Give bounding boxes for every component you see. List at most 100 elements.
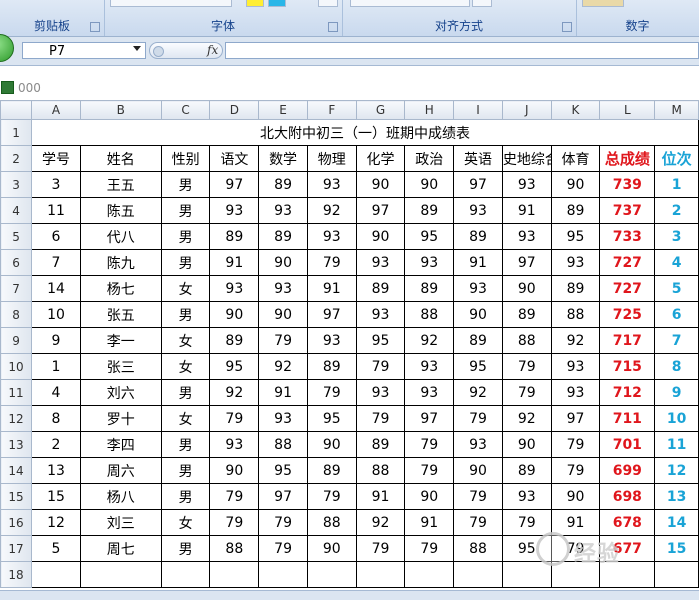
data-cell[interactable]: 79 (209, 405, 260, 432)
data-cell[interactable]: 90 (209, 457, 260, 484)
data-cell[interactable]: 刘三 (79, 509, 162, 536)
header-cell[interactable]: 史地综合 (501, 145, 552, 172)
column-header[interactable]: K (550, 100, 601, 120)
data-cell[interactable]: 712 (599, 379, 656, 406)
row-header[interactable]: 9 (0, 327, 33, 354)
data-cell[interactable]: 79 (306, 483, 357, 510)
row-header[interactable]: 8 (0, 301, 33, 328)
data-cell[interactable]: 79 (355, 353, 406, 380)
row-header[interactable]: 7 (0, 275, 33, 302)
align-buttons[interactable] (350, 0, 470, 7)
data-cell[interactable]: 79 (404, 457, 455, 484)
row-header[interactable]: 15 (0, 483, 33, 510)
data-cell[interactable]: 711 (599, 405, 656, 432)
data-cell[interactable]: 4 (31, 379, 81, 406)
header-cell[interactable]: 化学 (355, 145, 406, 172)
data-cell[interactable]: 79 (355, 535, 406, 562)
data-cell[interactable]: 15 (31, 483, 81, 510)
empty-cell[interactable] (355, 561, 406, 588)
data-cell[interactable]: 男 (160, 379, 211, 406)
row-header[interactable]: 1 (0, 119, 33, 146)
data-cell[interactable]: 89 (209, 223, 260, 250)
header-cell[interactable]: 政治 (404, 145, 455, 172)
data-cell[interactable]: 89 (453, 223, 503, 250)
data-cell[interactable]: 725 (599, 301, 656, 328)
header-cell[interactable]: 姓名 (79, 145, 162, 172)
column-header[interactable]: C (160, 100, 211, 120)
data-cell[interactable]: 97 (209, 171, 260, 198)
column-header[interactable]: G (355, 100, 406, 120)
data-cell[interactable]: 10 (654, 405, 699, 432)
data-cell[interactable]: 95 (453, 353, 503, 380)
data-cell[interactable]: 11 (31, 197, 81, 224)
data-cell[interactable]: 93 (209, 275, 260, 302)
data-cell[interactable]: 79 (355, 405, 406, 432)
data-cell[interactable]: 95 (355, 327, 406, 354)
data-cell[interactable]: 97 (550, 405, 601, 432)
data-cell[interactable]: 89 (306, 353, 357, 380)
data-cell[interactable]: 89 (258, 223, 308, 250)
empty-cell[interactable] (209, 561, 260, 588)
data-cell[interactable]: 13 (31, 457, 81, 484)
data-cell[interactable]: 715 (599, 353, 656, 380)
data-cell[interactable]: 男 (160, 535, 211, 562)
row-header[interactable]: 3 (0, 171, 33, 198)
data-cell[interactable]: 79 (404, 535, 455, 562)
data-cell[interactable]: 7 (654, 327, 699, 354)
dialog-launcher-icon[interactable] (328, 22, 338, 32)
data-cell[interactable]: 95 (209, 353, 260, 380)
data-cell[interactable]: 727 (599, 249, 656, 276)
data-cell[interactable]: 97 (258, 483, 308, 510)
data-cell[interactable]: 95 (258, 457, 308, 484)
data-cell[interactable]: 93 (355, 379, 406, 406)
data-cell[interactable]: 90 (404, 171, 455, 198)
data-cell[interactable]: 79 (306, 249, 357, 276)
data-cell[interactable]: 93 (453, 197, 503, 224)
column-header[interactable]: E (258, 100, 308, 120)
row-header[interactable]: 18 (0, 561, 33, 588)
row-header[interactable]: 4 (0, 197, 33, 224)
data-cell[interactable]: 88 (209, 535, 260, 562)
data-cell[interactable]: 91 (501, 197, 552, 224)
column-header[interactable]: H (404, 100, 455, 120)
expand-knob-icon[interactable] (153, 46, 164, 57)
data-cell[interactable]: 13 (654, 483, 699, 510)
header-cell[interactable]: 学号 (31, 145, 81, 172)
header-cell[interactable]: 物理 (306, 145, 357, 172)
data-cell[interactable]: 9 (31, 327, 81, 354)
data-cell[interactable]: 93 (258, 405, 308, 432)
data-cell[interactable]: 女 (160, 353, 211, 380)
header-cell[interactable]: 英语 (453, 145, 503, 172)
data-cell[interactable]: 93 (453, 431, 503, 458)
data-cell[interactable]: 79 (550, 431, 601, 458)
currency-button[interactable] (582, 0, 624, 7)
data-cell[interactable]: 12 (31, 509, 81, 536)
empty-cell[interactable] (31, 561, 81, 588)
row-header[interactable]: 13 (0, 431, 33, 458)
header-cell[interactable]: 数学 (258, 145, 308, 172)
font-name-dropdown[interactable] (110, 0, 232, 7)
data-cell[interactable]: 11 (654, 431, 699, 458)
data-cell[interactable]: 10 (31, 301, 81, 328)
data-cell[interactable]: 杨八 (79, 483, 162, 510)
data-cell[interactable]: 90 (258, 249, 308, 276)
data-cell[interactable]: 79 (258, 535, 308, 562)
data-cell[interactable]: 93 (453, 275, 503, 302)
data-cell[interactable]: 14 (31, 275, 81, 302)
data-cell[interactable]: 女 (160, 509, 211, 536)
insert-function-button[interactable]: fx (207, 43, 218, 58)
font-color-button[interactable] (268, 0, 286, 7)
data-cell[interactable]: 79 (501, 379, 552, 406)
data-cell[interactable]: 女 (160, 405, 211, 432)
data-cell[interactable]: 12 (654, 457, 699, 484)
data-cell[interactable]: 95 (306, 405, 357, 432)
data-cell[interactable]: 92 (258, 353, 308, 380)
data-cell[interactable]: 93 (404, 379, 455, 406)
name-box[interactable]: P7 (22, 42, 146, 59)
chevron-down-icon[interactable] (133, 46, 141, 51)
data-cell[interactable]: 男 (160, 197, 211, 224)
data-cell[interactable]: 88 (550, 301, 601, 328)
data-cell[interactable]: 周七 (79, 535, 162, 562)
data-cell[interactable]: 90 (306, 535, 357, 562)
data-cell[interactable]: 93 (258, 275, 308, 302)
